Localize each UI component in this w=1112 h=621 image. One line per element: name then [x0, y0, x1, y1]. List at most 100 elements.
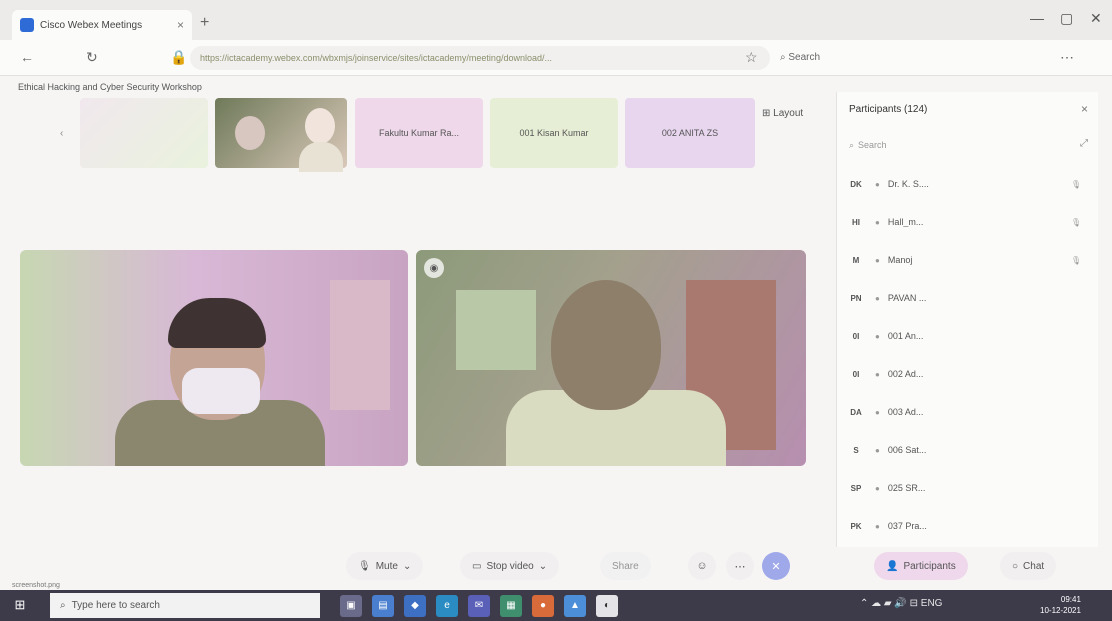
photos-icon[interactable]: ▲	[564, 594, 586, 617]
chat-icon: ○	[1012, 560, 1019, 572]
mute-button[interactable]: 🎙 Mute ⌄	[346, 552, 424, 580]
taskbar-search-placeholder: Type here to search	[71, 600, 160, 611]
close-window-icon[interactable]: ✕	[1090, 10, 1102, 27]
taskbar-search[interactable]: ⌕ Type here to search	[50, 593, 320, 618]
address-bar[interactable]: https://ictacademy.webex.com/wbxmjs/join…	[190, 46, 770, 70]
task-view-icon[interactable]: ▣	[340, 594, 362, 617]
browser-search[interactable]: ⌕ Search	[780, 52, 820, 63]
participant-thumb[interactable]: 002 ANITA ZS	[625, 98, 755, 168]
browser-tab[interactable]: Cisco Webex Meetings ×	[12, 10, 192, 40]
participant-row[interactable]: 0I ● 002 Ad...	[845, 362, 1085, 386]
minimize-icon[interactable]: —	[1030, 10, 1044, 26]
chevron-down-icon: ⌄	[538, 560, 548, 572]
calculator-icon[interactable]: ▦	[500, 594, 522, 617]
participant-name: Dr. K. S....	[887, 179, 929, 189]
participant-row[interactable]: SP ● 025 SR...	[845, 476, 1085, 500]
share-label: Share	[612, 560, 639, 572]
participant-name: Hall_m...	[887, 217, 924, 227]
avatar-initials: PN	[850, 293, 862, 303]
avatar-initials: M	[852, 255, 860, 265]
store-icon[interactable]: ◆	[404, 594, 426, 617]
participant-name: 003 Ad...	[887, 407, 924, 417]
new-tab-icon[interactable]: +	[200, 14, 209, 32]
status-icon: ●	[875, 293, 880, 303]
thumb-label: 002 ANITA ZS	[661, 128, 719, 138]
participant-name: 025 SR...	[887, 483, 926, 493]
participant-name: Manoj	[887, 255, 913, 265]
popout-icon[interactable]: ⤢	[1080, 138, 1088, 149]
video-tile-left[interactable]	[20, 250, 408, 466]
person-body	[299, 142, 343, 172]
chat-button[interactable]: ○ Chat	[1000, 552, 1057, 580]
person-head	[551, 280, 661, 410]
close-panel-icon[interactable]: ×	[1081, 102, 1088, 116]
thumb-label: Fakultu Kumar Ra...	[378, 128, 460, 138]
participant-name: PAVAN ...	[887, 293, 927, 303]
status-icon: ●	[875, 369, 880, 379]
person-head	[235, 116, 265, 150]
mute-label: Mute	[375, 560, 398, 572]
back-icon[interactable]: ←	[20, 49, 34, 65]
participant-row[interactable]: DA ● 003 Ad...	[845, 400, 1085, 424]
video-label: Stop video	[486, 560, 534, 572]
windows-taskbar: ⊞ ⌕ Type here to search ▣ ▤ ◆ e ✉ ▦ ● ▲ …	[0, 590, 1112, 621]
webex-icon	[20, 18, 34, 32]
participant-row[interactable]: S ● 006 Sat...	[845, 438, 1085, 462]
stop-video-button[interactable]: ▭ Stop video ⌄	[460, 552, 560, 580]
participant-thumb[interactable]: Fakultu Kumar Ra...	[355, 98, 483, 168]
mic-icon: 🎙	[1071, 255, 1082, 265]
meeting-controls: 🎙 Mute ⌄ ▭ Stop video ⌄ Share ☺ ⋯ ✕ 👤 Pa…	[0, 548, 1112, 584]
video-tile-right[interactable]: ◉	[416, 250, 806, 466]
strip-prev-icon[interactable]: ‹	[60, 128, 63, 139]
close-tab-icon[interactable]: ×	[177, 18, 184, 32]
participant-thumb[interactable]	[80, 98, 208, 168]
webex-taskbar-icon[interactable]: ◐	[596, 594, 618, 617]
participant-row[interactable]: 0I ● 001 An...	[845, 324, 1085, 348]
avatar-initials: DA	[850, 407, 862, 417]
participant-row[interactable]: DK ● Dr. K. S.... 🎙	[845, 172, 1085, 196]
face-mask	[182, 368, 260, 414]
mic-icon: 🎙	[1071, 179, 1082, 189]
favorite-star-icon[interactable]: ☆	[745, 49, 758, 66]
mail-icon[interactable]: ✉	[468, 594, 490, 617]
clock[interactable]: 09:41 10-12-2021	[1040, 594, 1081, 616]
participants-panel: Participants (124) × ⌕ Search ⤢ DK ● Dr.…	[836, 92, 1098, 547]
background-panel	[330, 280, 390, 410]
participant-thumb[interactable]	[215, 98, 347, 172]
status-icon: ●	[875, 255, 880, 265]
participants-button[interactable]: 👤 Participants	[874, 552, 968, 580]
status-icon: ●	[875, 483, 880, 493]
avatar-initials: HI	[852, 217, 860, 227]
avatar-initials: SP	[850, 483, 862, 493]
participant-name: 037 Pra...	[887, 521, 927, 531]
windows-start-icon[interactable]: ⊞	[12, 597, 28, 613]
avatar-initials: S	[853, 445, 859, 455]
browser-tab-strip: Cisco Webex Meetings × + — ▢ ✕	[0, 0, 1112, 40]
person-head	[305, 108, 335, 144]
participant-name: 006 Sat...	[887, 445, 927, 455]
tab-title: Cisco Webex Meetings	[40, 19, 143, 31]
more-options-button[interactable]: ⋯	[726, 552, 754, 580]
participant-row[interactable]: PN ● PAVAN ...	[845, 286, 1085, 310]
file-explorer-icon[interactable]: ▤	[372, 594, 394, 617]
collections-icon[interactable]: ⋯	[1060, 49, 1074, 66]
layout-button[interactable]: ⊞ Layout	[762, 108, 803, 119]
maximize-icon[interactable]: ▢	[1060, 10, 1073, 27]
reload-icon[interactable]: ↻	[86, 49, 98, 66]
system-tray[interactable]: ⌃ ☁ ▰ 🔊 ⊟ ENG	[860, 598, 942, 609]
people-icon: 👤	[886, 560, 899, 572]
status-icon: ●	[875, 407, 880, 417]
pin-icon[interactable]: ◉	[424, 258, 444, 278]
status-icon: ●	[875, 445, 880, 455]
edge-icon[interactable]: e	[436, 594, 458, 617]
share-button[interactable]: Share	[600, 552, 651, 580]
participant-search[interactable]: ⌕ Search	[849, 136, 1049, 154]
participant-row[interactable]: PK ● 037 Pra...	[845, 514, 1085, 538]
participant-row[interactable]: M ● Manoj 🎙	[845, 248, 1085, 272]
leave-button[interactable]: ✕	[762, 552, 790, 580]
participant-row[interactable]: HI ● Hall_m... 🎙	[845, 210, 1085, 234]
reactions-button[interactable]: ☺	[688, 552, 716, 580]
status-icon: ●	[875, 521, 880, 531]
chrome-icon[interactable]: ●	[532, 594, 554, 617]
participant-thumb[interactable]: 001 Kisan Kumar	[490, 98, 618, 168]
